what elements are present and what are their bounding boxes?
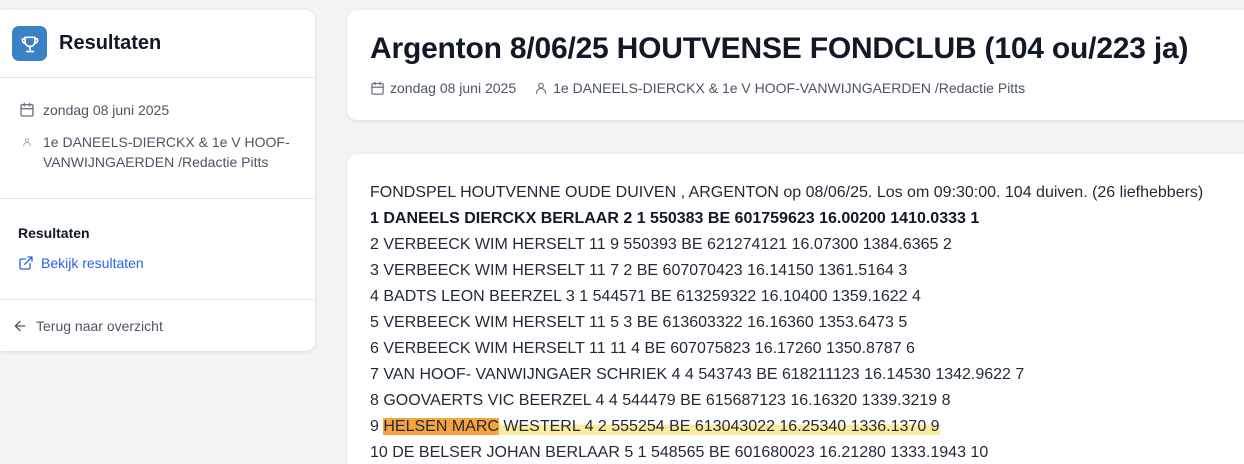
race-meta: zondag 08 juni 2025 1e DANEELS-DIERCKX &… [370, 80, 1244, 96]
user-icon [18, 132, 36, 147]
sidebar-meta: zondag 08 juni 2025 1e DANEELS-DIERCKX &… [0, 78, 315, 199]
sidebar-header: Resultaten [0, 10, 315, 78]
race-date: zondag 08 juni 2025 [390, 80, 517, 96]
calendar-icon [370, 81, 385, 96]
external-link-icon [18, 255, 34, 271]
arrow-left-icon [12, 318, 28, 334]
highlighted-rest: WESTERL 4 2 555254 BE 613043022 16.25340… [498, 418, 940, 435]
race-organizer: 1e DANEELS-DIERCKX & 1e V HOOF-VANWIJNGA… [553, 80, 1026, 96]
result-line-10: 10 DE BELSER JOHAN BERLAAR 5 1 548565 BE… [370, 444, 989, 461]
results-intro: FONDSPEL HOUTVENNE OUDE DUIVEN , ARGENTO… [370, 184, 1204, 201]
result-line-4: 4 BADTS LEON BEERZEL 3 1 544571 BE 61325… [370, 288, 921, 305]
sidebar-title: Resultaten [59, 32, 162, 54]
result-line-5: 5 VERBEECK WIM HERSELT 11 5 3 BE 6136033… [370, 314, 908, 331]
back-label: Terug naar overzicht [36, 318, 163, 334]
sidebar: Resultaten zondag 08 juni 2025 1e DANEEL… [0, 10, 315, 351]
result-line-9-prefix: 9 [370, 418, 384, 435]
result-line-1: 1 DANEELS DIERCKX BERLAAR 2 1 550383 BE … [370, 210, 980, 227]
results-content-card: FONDSPEL HOUTVENNE OUDE DUIVEN , ARGENTO… [347, 154, 1244, 464]
page-title: Argenton 8/06/25 HOUTVENSE FONDCLUB (104… [370, 32, 1189, 65]
sidebar-organizer-row: 1e DANEELS-DIERCKX & 1e V HOOF-VANWIJNGA… [18, 132, 297, 172]
race-header-card: Argenton 8/06/25 HOUTVENSE FONDCLUB (104… [347, 10, 1244, 120]
result-line-2: 2 VERBEECK WIM HERSELT 11 9 550393 BE 62… [370, 236, 952, 253]
result-line-3: 3 VERBEECK WIM HERSELT 11 7 2 BE 6070704… [370, 262, 908, 279]
sidebar-results-label: Resultaten [18, 225, 90, 241]
result-line-8: 8 GOOVAERTS VIC BEERZEL 4 4 544479 BE 61… [370, 392, 951, 409]
view-results-label: Bekijk resultaten [41, 255, 144, 271]
sidebar-date: zondag 08 juni 2025 [43, 102, 170, 118]
result-line-9-highlighted: 9 HELSEN MARC WESTERL 4 2 555254 BE 6130… [370, 414, 1244, 440]
back-to-overview-link[interactable]: Terug naar overzicht [0, 300, 315, 352]
view-results-link[interactable]: Bekijk resultaten [18, 255, 297, 271]
result-line-7: 7 VAN HOOF- VANWIJNGAER SCHRIEK 4 4 5437… [370, 366, 1025, 383]
user-icon [534, 81, 548, 95]
sidebar-results-section: Resultaten Bekijk resultaten [0, 199, 315, 300]
sidebar-organizer: 1e DANEELS-DIERCKX & 1e V HOOF-VANWIJNGA… [43, 134, 290, 170]
trophy-icon [12, 26, 47, 61]
highlighted-name: HELSEN MARC [383, 418, 499, 435]
calendar-icon [18, 102, 36, 118]
sidebar-date-row: zondag 08 juni 2025 [18, 102, 297, 118]
result-line-6: 6 VERBEECK WIM HERSELT 11 11 4 BE 607075… [370, 340, 915, 357]
